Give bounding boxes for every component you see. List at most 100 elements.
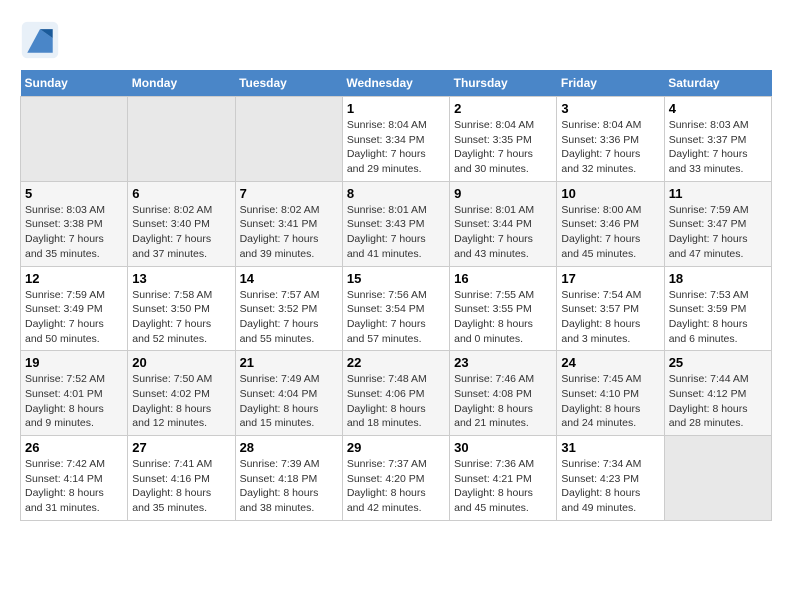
calendar-cell: 29 Sunrise: 7:37 AM Sunset: 4:20 PM Dayli… xyxy=(342,436,449,521)
day-info: Sunrise: 7:44 AM Sunset: 4:12 PM Dayligh… xyxy=(669,372,767,431)
calendar-cell: 25 Sunrise: 7:44 AM Sunset: 4:12 PM Dayli… xyxy=(664,351,771,436)
day-number: 12 xyxy=(25,271,123,286)
day-number: 28 xyxy=(240,440,338,455)
calendar-cell: 17 Sunrise: 7:54 AM Sunset: 3:57 PM Dayli… xyxy=(557,266,664,351)
day-number: 29 xyxy=(347,440,445,455)
day-number: 6 xyxy=(132,186,230,201)
weekday-header-sunday: Sunday xyxy=(21,70,128,97)
day-info: Sunrise: 8:02 AM Sunset: 3:40 PM Dayligh… xyxy=(132,203,230,262)
calendar-cell xyxy=(235,97,342,182)
day-number: 19 xyxy=(25,355,123,370)
day-number: 22 xyxy=(347,355,445,370)
day-number: 26 xyxy=(25,440,123,455)
day-number: 13 xyxy=(132,271,230,286)
day-info: Sunrise: 8:04 AM Sunset: 3:34 PM Dayligh… xyxy=(347,118,445,177)
day-number: 2 xyxy=(454,101,552,116)
day-info: Sunrise: 7:59 AM Sunset: 3:47 PM Dayligh… xyxy=(669,203,767,262)
day-number: 21 xyxy=(240,355,338,370)
weekday-header-friday: Friday xyxy=(557,70,664,97)
day-info: Sunrise: 7:49 AM Sunset: 4:04 PM Dayligh… xyxy=(240,372,338,431)
week-row-4: 19 Sunrise: 7:52 AM Sunset: 4:01 PM Dayli… xyxy=(21,351,772,436)
calendar-cell: 18 Sunrise: 7:53 AM Sunset: 3:59 PM Dayli… xyxy=(664,266,771,351)
day-info: Sunrise: 8:04 AM Sunset: 3:35 PM Dayligh… xyxy=(454,118,552,177)
day-info: Sunrise: 7:59 AM Sunset: 3:49 PM Dayligh… xyxy=(25,288,123,347)
calendar-cell: 12 Sunrise: 7:59 AM Sunset: 3:49 PM Dayli… xyxy=(21,266,128,351)
day-number: 17 xyxy=(561,271,659,286)
day-info: Sunrise: 7:58 AM Sunset: 3:50 PM Dayligh… xyxy=(132,288,230,347)
day-number: 30 xyxy=(454,440,552,455)
calendar-cell: 5 Sunrise: 8:03 AM Sunset: 3:38 PM Daylig… xyxy=(21,181,128,266)
day-info: Sunrise: 7:42 AM Sunset: 4:14 PM Dayligh… xyxy=(25,457,123,516)
calendar-cell xyxy=(128,97,235,182)
day-info: Sunrise: 7:54 AM Sunset: 3:57 PM Dayligh… xyxy=(561,288,659,347)
day-number: 16 xyxy=(454,271,552,286)
week-row-1: 1 Sunrise: 8:04 AM Sunset: 3:34 PM Daylig… xyxy=(21,97,772,182)
day-number: 8 xyxy=(347,186,445,201)
day-info: Sunrise: 7:46 AM Sunset: 4:08 PM Dayligh… xyxy=(454,372,552,431)
day-info: Sunrise: 7:48 AM Sunset: 4:06 PM Dayligh… xyxy=(347,372,445,431)
calendar-cell: 27Sunrise: 7:41 AM Sunset: 4:16 PM Dayli… xyxy=(128,436,235,521)
day-info: Sunrise: 8:02 AM Sunset: 3:41 PM Dayligh… xyxy=(240,203,338,262)
day-info: Sunrise: 7:53 AM Sunset: 3:59 PM Dayligh… xyxy=(669,288,767,347)
calendar-cell: 4Sunrise: 8:03 AM Sunset: 3:37 PM Daylig… xyxy=(664,97,771,182)
calendar-cell: 1 Sunrise: 8:04 AM Sunset: 3:34 PM Daylig… xyxy=(342,97,449,182)
day-number: 9 xyxy=(454,186,552,201)
weekday-header-thursday: Thursday xyxy=(450,70,557,97)
calendar-cell: 19 Sunrise: 7:52 AM Sunset: 4:01 PM Dayli… xyxy=(21,351,128,436)
day-number: 14 xyxy=(240,271,338,286)
week-row-2: 5 Sunrise: 8:03 AM Sunset: 3:38 PM Daylig… xyxy=(21,181,772,266)
calendar-cell: 31 Sunrise: 7:34 AM Sunset: 4:23 PM Dayli… xyxy=(557,436,664,521)
day-number: 4 xyxy=(669,101,767,116)
calendar-cell: 21 Sunrise: 7:49 AM Sunset: 4:04 PM Dayli… xyxy=(235,351,342,436)
day-info: Sunrise: 8:03 AM Sunset: 3:38 PM Dayligh… xyxy=(25,203,123,262)
day-info: Sunrise: 7:34 AM Sunset: 4:23 PM Dayligh… xyxy=(561,457,659,516)
weekday-header-monday: Monday xyxy=(128,70,235,97)
day-number: 7 xyxy=(240,186,338,201)
week-row-5: 26 Sunrise: 7:42 AM Sunset: 4:14 PM Dayli… xyxy=(21,436,772,521)
weekday-header-saturday: Saturday xyxy=(664,70,771,97)
day-number: 15 xyxy=(347,271,445,286)
day-info: Sunrise: 7:45 AM Sunset: 4:10 PM Dayligh… xyxy=(561,372,659,431)
weekday-header-tuesday: Tuesday xyxy=(235,70,342,97)
calendar-cell xyxy=(664,436,771,521)
day-number: 25 xyxy=(669,355,767,370)
day-number: 23 xyxy=(454,355,552,370)
calendar-cell: 11 Sunrise: 7:59 AM Sunset: 3:47 PM Dayli… xyxy=(664,181,771,266)
day-number: 24 xyxy=(561,355,659,370)
logo-icon xyxy=(20,20,60,60)
calendar-cell: 23 Sunrise: 7:46 AM Sunset: 4:08 PM Dayli… xyxy=(450,351,557,436)
calendar-cell: 6 Sunrise: 8:02 AM Sunset: 3:40 PM Daylig… xyxy=(128,181,235,266)
day-number: 18 xyxy=(669,271,767,286)
day-number: 27 xyxy=(132,440,230,455)
calendar-cell: 3 Sunrise: 8:04 AM Sunset: 3:36 PM Daylig… xyxy=(557,97,664,182)
day-info: Sunrise: 8:01 AM Sunset: 3:44 PM Dayligh… xyxy=(454,203,552,262)
week-row-3: 12 Sunrise: 7:59 AM Sunset: 3:49 PM Dayli… xyxy=(21,266,772,351)
day-number: 31 xyxy=(561,440,659,455)
day-info: Sunrise: 8:01 AM Sunset: 3:43 PM Dayligh… xyxy=(347,203,445,262)
day-info: Sunrise: 7:52 AM Sunset: 4:01 PM Dayligh… xyxy=(25,372,123,431)
calendar-cell: 26 Sunrise: 7:42 AM Sunset: 4:14 PM Dayli… xyxy=(21,436,128,521)
calendar-cell: 28 Sunrise: 7:39 AM Sunset: 4:18 PM Dayli… xyxy=(235,436,342,521)
calendar-cell: 14 Sunrise: 7:57 AM Sunset: 3:52 PM Dayli… xyxy=(235,266,342,351)
calendar-cell: 7 Sunrise: 8:02 AM Sunset: 3:41 PM Daylig… xyxy=(235,181,342,266)
day-number: 5 xyxy=(25,186,123,201)
day-info: Sunrise: 7:57 AM Sunset: 3:52 PM Dayligh… xyxy=(240,288,338,347)
day-number: 3 xyxy=(561,101,659,116)
day-info: Sunrise: 8:04 AM Sunset: 3:36 PM Dayligh… xyxy=(561,118,659,177)
calendar-cell: 22 Sunrise: 7:48 AM Sunset: 4:06 PM Dayli… xyxy=(342,351,449,436)
day-info: Sunrise: 7:39 AM Sunset: 4:18 PM Dayligh… xyxy=(240,457,338,516)
day-number: 1 xyxy=(347,101,445,116)
calendar-cell: 2 Sunrise: 8:04 AM Sunset: 3:35 PM Daylig… xyxy=(450,97,557,182)
day-info: Sunrise: 7:37 AM Sunset: 4:20 PM Dayligh… xyxy=(347,457,445,516)
calendar-cell: 15Sunrise: 7:56 AM Sunset: 3:54 PM Dayli… xyxy=(342,266,449,351)
calendar-cell: 13 Sunrise: 7:58 AM Sunset: 3:50 PM Dayli… xyxy=(128,266,235,351)
calendar-cell: 10Sunrise: 8:00 AM Sunset: 3:46 PM Dayli… xyxy=(557,181,664,266)
calendar-cell: 20Sunrise: 7:50 AM Sunset: 4:02 PM Dayli… xyxy=(128,351,235,436)
page-header xyxy=(20,20,772,60)
calendar-cell: 16Sunrise: 7:55 AM Sunset: 3:55 PM Dayli… xyxy=(450,266,557,351)
day-number: 20 xyxy=(132,355,230,370)
day-number: 10 xyxy=(561,186,659,201)
weekday-header-wednesday: Wednesday xyxy=(342,70,449,97)
day-number: 11 xyxy=(669,186,767,201)
calendar-cell xyxy=(21,97,128,182)
